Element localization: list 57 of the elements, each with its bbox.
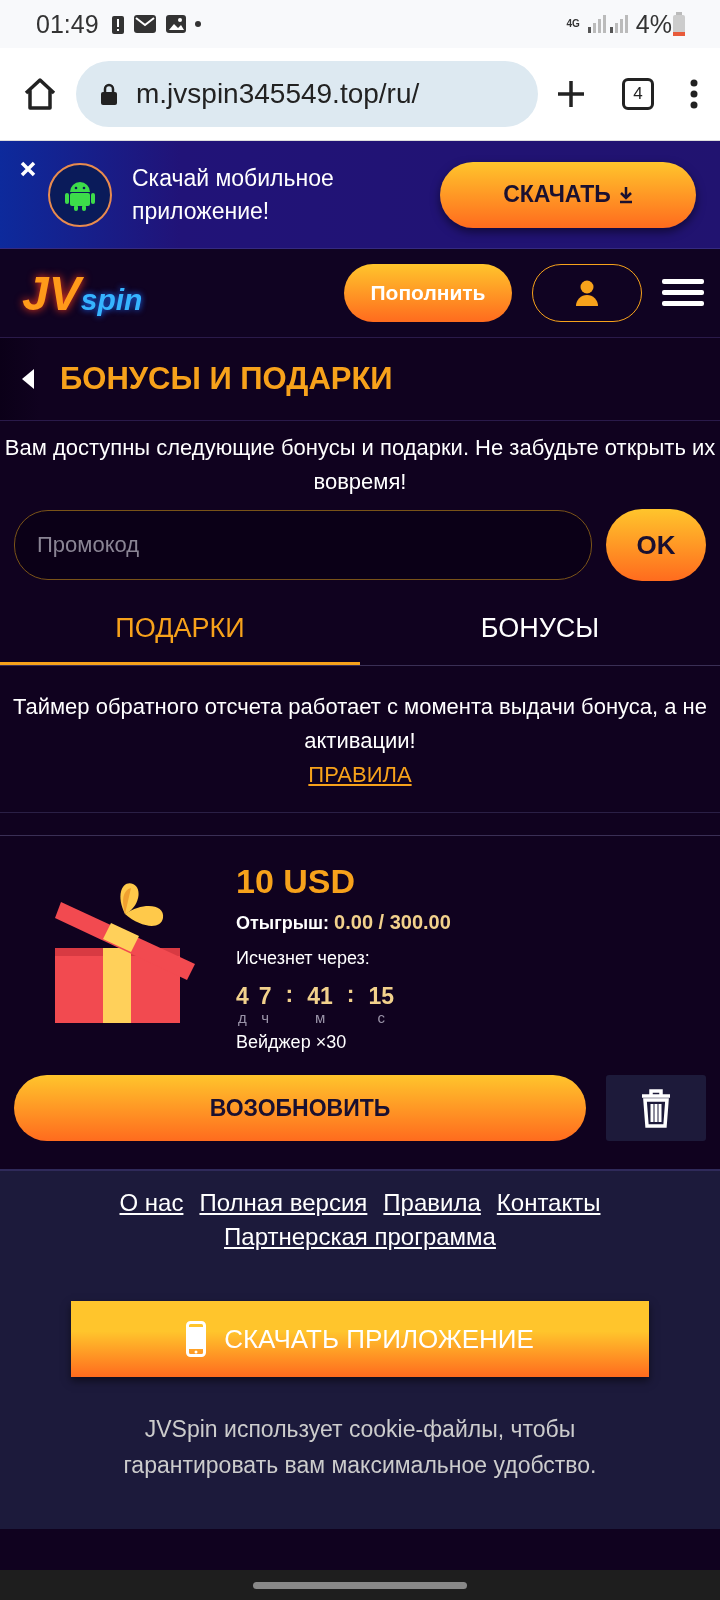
battery-text: 4%	[635, 9, 672, 39]
countdown-unit: д	[238, 1009, 247, 1026]
download-icon	[618, 185, 633, 204]
ok-button[interactable]: OK	[606, 509, 706, 581]
footer-link[interactable]: Партнерская программа	[224, 1223, 496, 1251]
footer-link[interactable]: Правила	[383, 1189, 481, 1217]
battery-alert-icon	[110, 13, 125, 35]
network-type-text: 4G	[566, 19, 580, 29]
wager-text: Вейджер ×30	[236, 1032, 348, 1053]
countdown-unit: ч	[261, 1009, 270, 1026]
clock-text: 01:49	[36, 9, 99, 39]
countdown-unit: с	[377, 1009, 386, 1026]
countdown-value: 4	[236, 983, 249, 1009]
more-icon[interactable]	[690, 79, 698, 109]
lock-icon	[100, 83, 118, 105]
countdown-value: 15	[368, 983, 395, 1009]
tab[interactable]: БОНУСЫ	[360, 595, 720, 665]
footer-link[interactable]: Полная версия	[199, 1189, 368, 1217]
rules-link[interactable]: ПРАВИЛА	[308, 762, 412, 787]
time-separator: :	[285, 983, 294, 1005]
phone-icon	[186, 1321, 207, 1357]
home-indicator[interactable]	[253, 1581, 467, 1589]
banner-text: Скачай мобильное приложение!	[132, 163, 335, 226]
plus-icon[interactable]	[556, 79, 586, 109]
signal-icon	[585, 13, 608, 35]
notice-text: Таймер обратного отсчета работает с момента выдачи бонуса, а не активации!	[12, 693, 708, 755]
countdown-unit: м	[314, 1009, 326, 1026]
cookie-notice: JVSpin использует cookie-файлы, чтобы гарантировать вам максимальное удобство.	[122, 1415, 598, 1480]
countdown-value: 7	[258, 983, 272, 1009]
renew-button[interactable]: ВОЗОБНОВИТЬ	[14, 1075, 586, 1141]
time-separator: :	[346, 983, 355, 1005]
download-button[interactable]: СКАЧАТЬ	[440, 161, 696, 228]
home-icon[interactable]	[22, 76, 58, 112]
wager-label: Отыгрыш:	[236, 913, 330, 933]
mail-icon	[132, 13, 157, 35]
address-bar[interactable]: m.jvspin345549.top/ru/	[76, 61, 538, 127]
battery-icon	[672, 12, 686, 36]
signal-icon	[607, 13, 630, 35]
promo-code-field[interactable]: Промокод	[14, 510, 592, 580]
tab-count-button[interactable]: 4	[622, 78, 654, 110]
footer-link[interactable]: О нас	[119, 1189, 184, 1217]
trash-icon	[639, 1088, 673, 1128]
menu-icon[interactable]	[662, 279, 704, 307]
footer-link[interactable]: Контакты	[496, 1189, 601, 1217]
delete-button[interactable]	[606, 1075, 706, 1141]
close-icon[interactable]	[20, 161, 36, 177]
logo[interactable]: JVspin	[22, 265, 143, 321]
page-title: БОНУСЫ И ПОДАРКИ	[60, 361, 393, 397]
image-icon	[164, 13, 187, 35]
dot-icon	[194, 21, 201, 27]
countdown-value: 41	[307, 983, 333, 1009]
back-icon[interactable]	[22, 369, 34, 389]
intro-text: Вам доступны следующие бонусы и подарки. Не забудьте открыть их вовремя!	[3, 434, 717, 496]
user-icon	[575, 280, 599, 306]
expires-label: Исчезнет через:	[236, 948, 371, 969]
bonus-amount: 10 USD	[236, 862, 357, 901]
tab[interactable]: ПОДАРКИ	[0, 595, 360, 665]
